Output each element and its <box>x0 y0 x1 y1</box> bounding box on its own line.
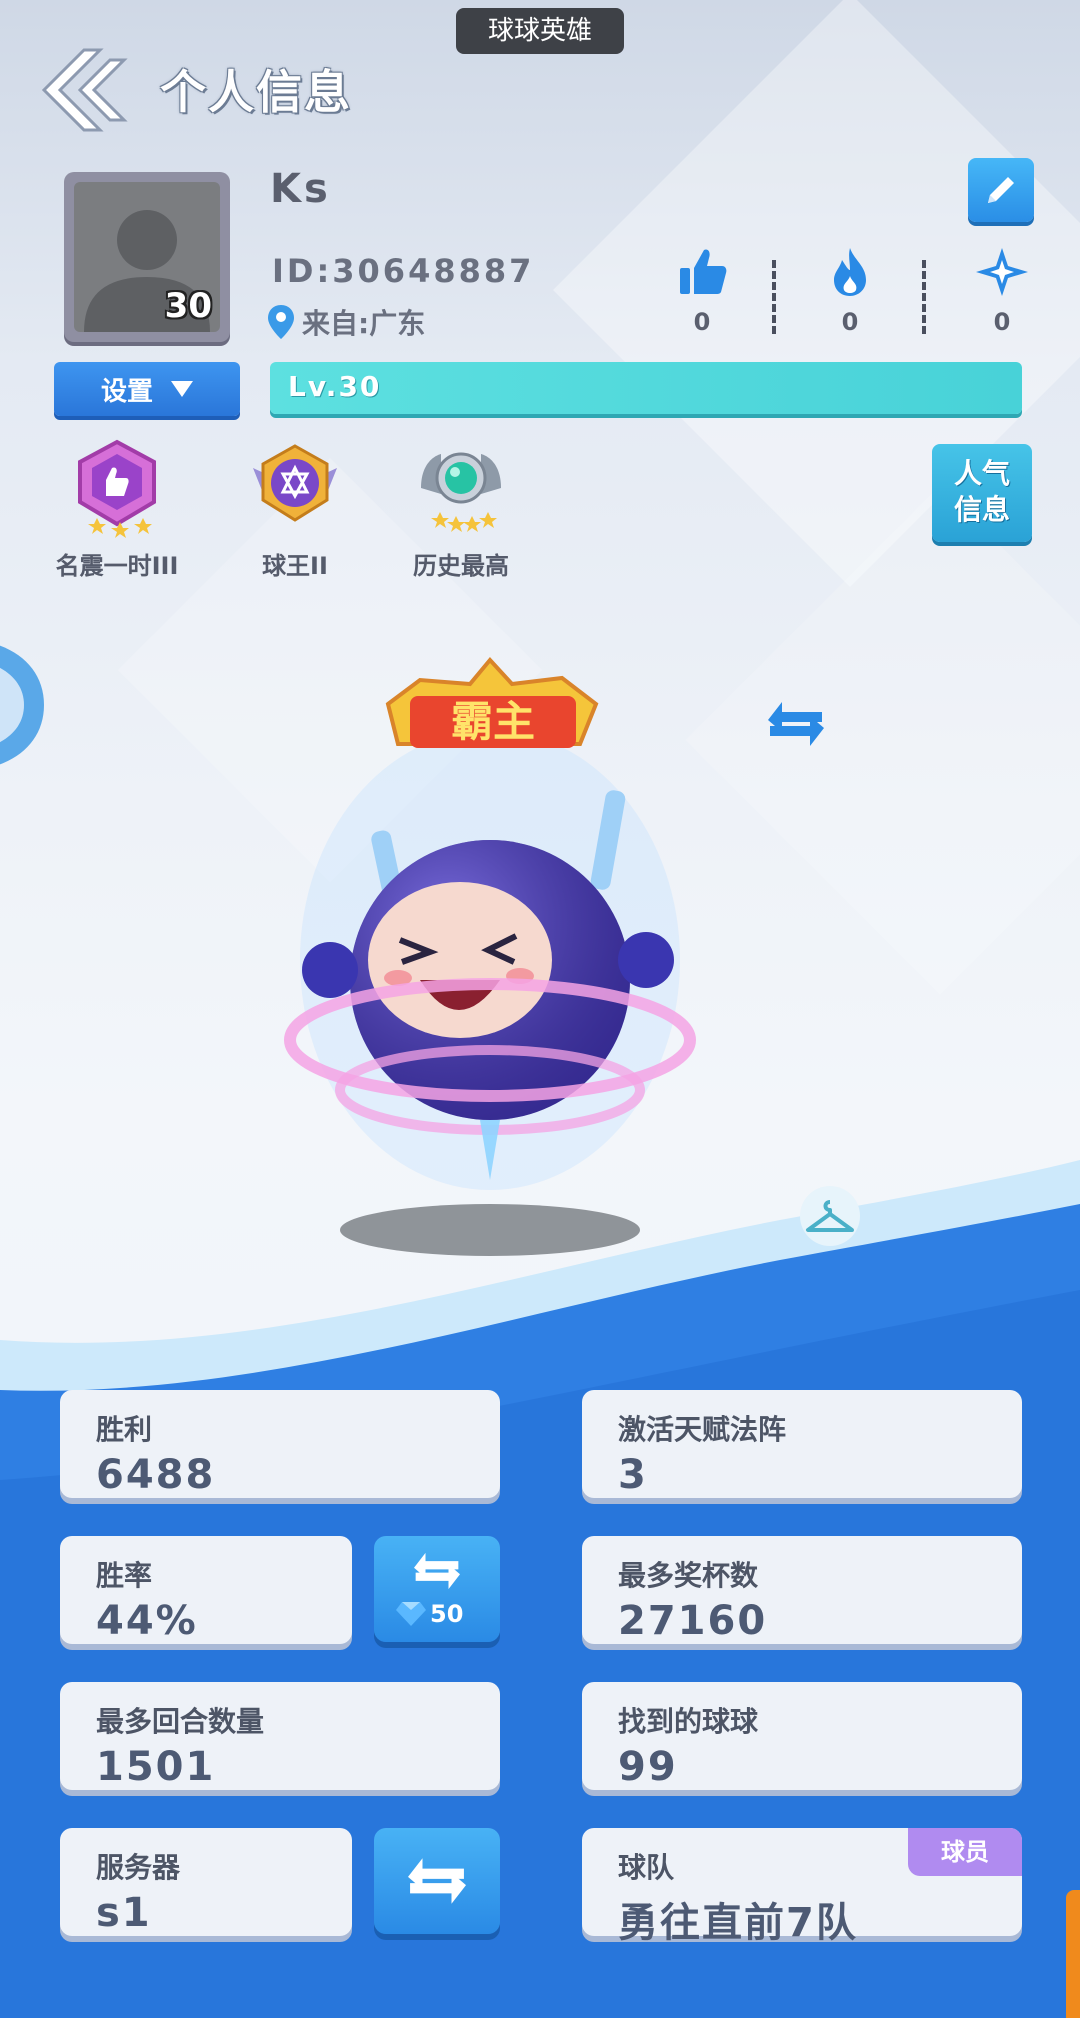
star-sparkle-icon <box>976 248 1028 296</box>
star-count: 0 <box>993 308 1011 336</box>
page-title: 个人信息 <box>160 65 352 119</box>
side-drawer-tab[interactable] <box>0 640 44 770</box>
rounds-label: 最多回合数量 <box>96 1705 265 1738</box>
swap-arrows-icon <box>408 1858 466 1904</box>
title-banner-text: 霸主 <box>451 697 535 746</box>
stat-divider <box>772 260 776 334</box>
username: Ks <box>270 166 331 212</box>
triangle-down-icon <box>171 381 193 397</box>
wardrobe-button[interactable] <box>798 1184 862 1248</box>
profile-screen: 球球英雄 个人信息 30 设置 Ks ID:30648887 来自:广东 0 0… <box>0 0 1080 2018</box>
badge-fame[interactable]: 名震一时III <box>32 438 202 581</box>
settings-label: 设置 <box>100 376 153 407</box>
thumbs-up-icon <box>680 249 727 294</box>
swap-arrows-icon <box>768 702 824 746</box>
server-card: 服务器 s1 <box>60 1828 352 1936</box>
refresh-cost: 50 <box>396 1600 463 1628</box>
badge-label: 球王II <box>262 552 328 580</box>
location-pin-icon <box>268 305 294 339</box>
swap-character-button[interactable] <box>760 696 832 756</box>
team-value: 勇往直前7队 <box>618 1900 858 1946</box>
stat-divider <box>922 260 926 334</box>
hanger-icon <box>800 1186 860 1246</box>
ball-king-badge-icon <box>253 444 337 522</box>
rounds-value: 1501 <box>96 1744 216 1790</box>
swap-arrows-icon <box>414 1552 460 1590</box>
popularity-info-button[interactable]: 人气 信息 <box>932 444 1032 542</box>
win-rate-value: 44% <box>96 1598 198 1644</box>
wins-label: 胜利 <box>96 1413 153 1446</box>
pencil-icon <box>988 177 1014 203</box>
team-card[interactable]: 球队 勇往直前7队 球员 <box>582 1828 1022 1946</box>
heat-stat[interactable]: 0 <box>820 246 880 336</box>
balls-found-card: 找到的球球 99 <box>582 1682 1022 1790</box>
user-id: ID:30648887 <box>272 252 535 290</box>
heat-count: 0 <box>841 308 859 336</box>
history-best-badge-icon <box>421 452 501 532</box>
diamond-icon <box>396 1602 426 1626</box>
side-tab-icon <box>0 645 44 765</box>
team-label: 球队 <box>618 1851 675 1884</box>
double-chevron-left-icon <box>41 48 128 132</box>
badge-label: 历史最高 <box>413 552 509 580</box>
user-location: 来自:广东 <box>268 302 425 342</box>
team-role-tag: 球员 <box>908 1828 1022 1876</box>
win-rate-label: 胜率 <box>96 1559 153 1592</box>
talent-value: 3 <box>618 1452 648 1498</box>
avatar-image: 30 <box>74 182 220 332</box>
avatar-level: 30 <box>164 286 212 326</box>
win-rate-card: 胜率 44% <box>60 1536 352 1644</box>
wins-card: 胜利 6488 <box>60 1390 500 1498</box>
edit-profile-button[interactable] <box>968 158 1034 222</box>
settings-dropdown-button[interactable]: 设置 <box>54 362 240 416</box>
trophies-card: 最多奖杯数 27160 <box>582 1536 1022 1644</box>
star-stat[interactable]: 0 <box>972 246 1032 336</box>
trophies-label: 最多奖杯数 <box>618 1559 759 1592</box>
wins-value: 6488 <box>96 1452 216 1498</box>
refresh-win-rate-button[interactable]: 50 <box>374 1536 500 1642</box>
badge-label: 名震一时III <box>55 552 179 580</box>
popularity-label-line2: 信息 <box>953 493 1010 526</box>
location-text: 来自:广东 <box>302 307 426 340</box>
badge-ball-king[interactable]: 球王II <box>210 438 380 581</box>
switch-server-button[interactable] <box>374 1828 500 1934</box>
refresh-cost-value: 50 <box>430 1600 464 1628</box>
level-label: Lv.30 <box>288 370 382 403</box>
balls-found-value: 99 <box>618 1744 678 1790</box>
likes-count: 0 <box>693 308 711 336</box>
flame-icon <box>834 248 866 296</box>
trophies-value: 27160 <box>618 1598 768 1644</box>
window-title-pill: 球球英雄 <box>456 8 624 54</box>
talent-label: 激活天赋法阵 <box>618 1413 787 1446</box>
popularity-label-line1: 人气 <box>953 457 1010 490</box>
balls-found-label: 找到的球球 <box>618 1705 759 1738</box>
talent-card: 激活天赋法阵 3 <box>582 1390 1022 1498</box>
server-value: s1 <box>96 1890 152 1936</box>
level-progress-bar: Lv.30 <box>270 362 1022 414</box>
rounds-card: 最多回合数量 1501 <box>60 1682 500 1790</box>
badge-history-best[interactable]: 历史最高 <box>376 438 546 581</box>
edge-decoration <box>1066 1890 1080 2018</box>
back-button[interactable] <box>38 44 130 136</box>
bg-decoration <box>685 485 1080 995</box>
likes-stat[interactable]: 0 <box>672 246 732 336</box>
fame-badge-icon <box>78 439 156 538</box>
avatar[interactable]: 30 <box>64 172 230 342</box>
server-label: 服务器 <box>96 1851 181 1884</box>
